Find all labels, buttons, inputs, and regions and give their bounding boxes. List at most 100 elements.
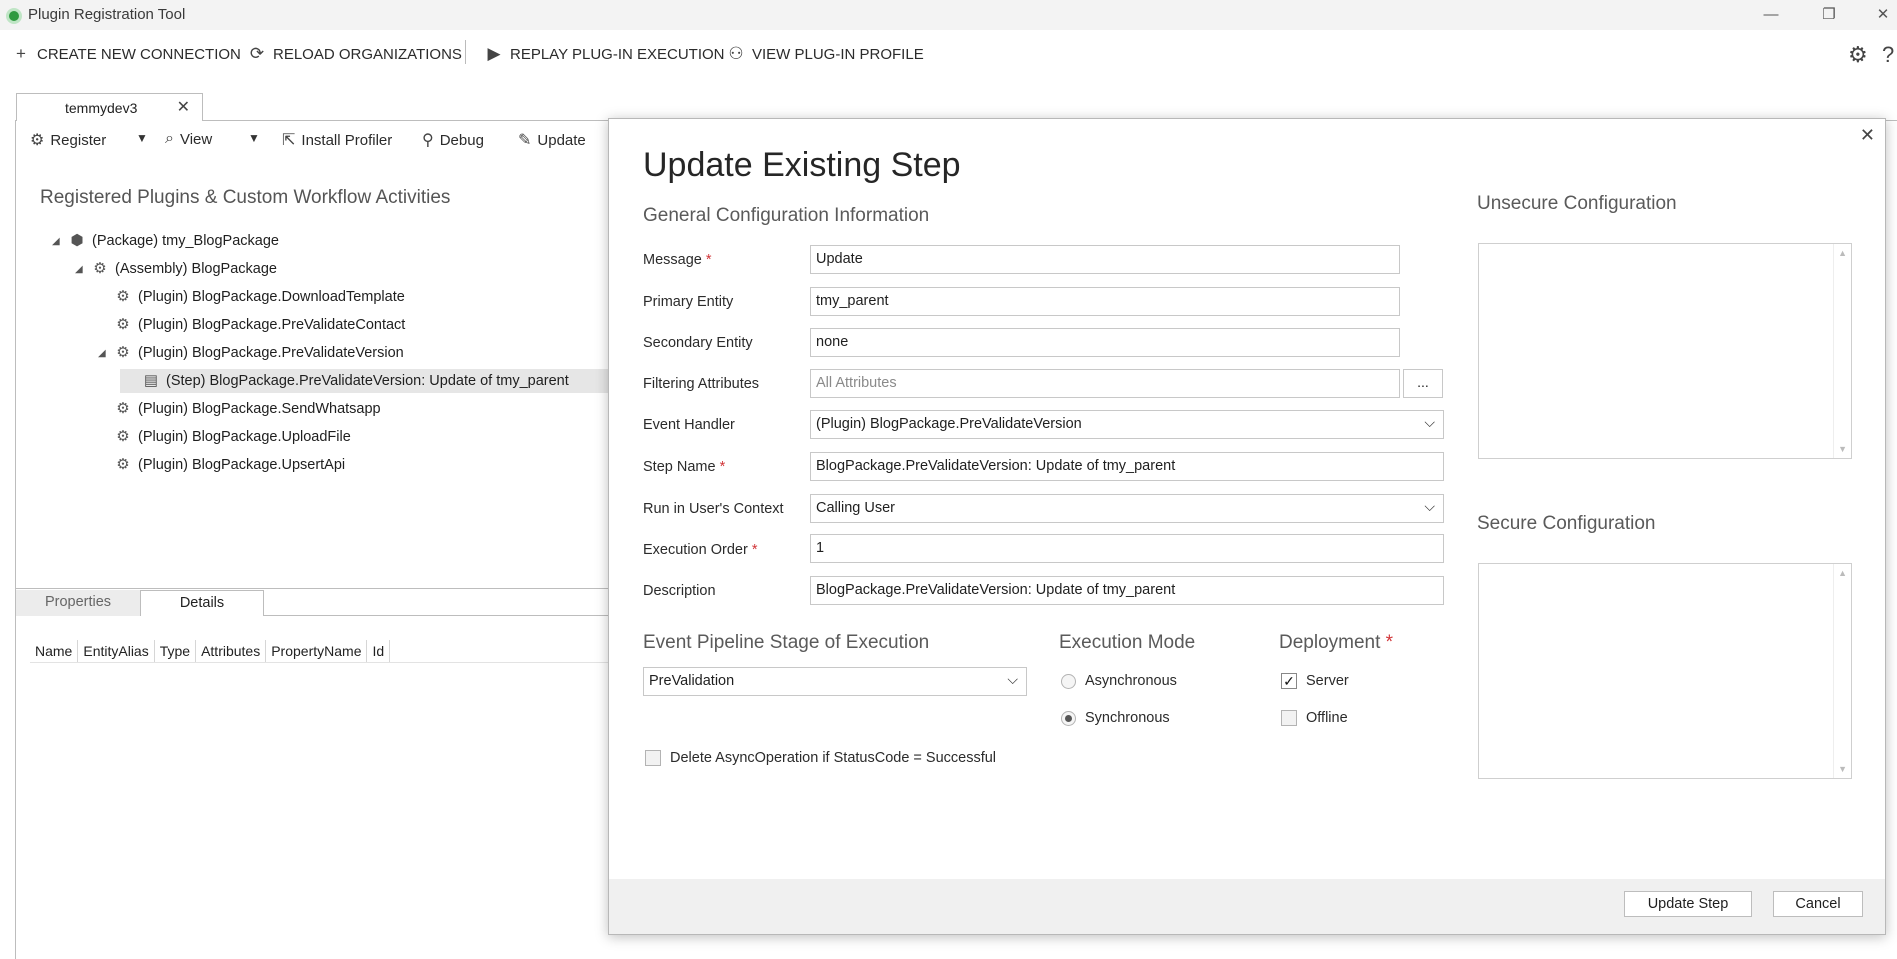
column-header[interactable]: PropertyName [266,640,368,662]
description-label: Description [643,583,716,599]
description-field[interactable]: BlogPackage.PreValidateVersion: Update o… [810,576,1444,605]
replay-plugin-execution-button[interactable]: ▶ REPLAY PLUG-IN EXECUTION [485,44,724,64]
general-config-heading: General Configuration Information [643,205,930,226]
plugin-icon: ⚙ [116,456,130,473]
update-step-button[interactable]: Update Step [1624,891,1752,917]
debug-button[interactable]: ⚲ Debug [422,130,484,150]
register-dropdown-arrow-icon[interactable]: ▼ [136,131,148,145]
update-label: Update [537,131,586,149]
pipeline-stage-select[interactable]: PreValidation ⌵ [643,667,1027,696]
tab-temmydev3[interactable]: temmydev3 ✕ [16,93,203,121]
column-header[interactable]: EntityAlias [78,640,155,662]
scroll-down-icon[interactable]: ▼ [1838,764,1847,774]
required-marker: * [719,459,726,475]
plugin-icon: ⚙ [116,344,130,361]
run-context-select[interactable]: Calling User ⌵ [810,494,1444,523]
splitter[interactable] [15,588,615,589]
synchronous-label: Synchronous [1085,710,1170,726]
radio-indicator [1061,710,1076,726]
tree-item-plugin-downloadtemplate[interactable]: ⚙ (Plugin) BlogPackage.DownloadTemplate [98,285,405,309]
checkbox-indicator [645,750,661,766]
scroll-down-icon[interactable]: ▼ [1838,444,1847,454]
scrollbar[interactable]: ▲ ▼ [1833,564,1851,778]
execution-mode-heading: Execution Mode [1059,632,1196,653]
delete-async-checkbox[interactable]: Delete AsyncOperation if StatusCode = Su… [645,750,996,766]
unsecure-config-textarea[interactable]: ▲ ▼ [1478,243,1852,459]
install-profiler-icon: ⇱ [282,132,296,149]
title-bar: Plugin Registration Tool — ❐ ✕ [0,0,1897,30]
asynchronous-radio[interactable]: Asynchronous [1061,673,1177,689]
offline-checkbox[interactable]: Offline [1281,710,1348,726]
event-handler-select[interactable]: (Plugin) BlogPackage.PreValidateVersion … [810,410,1444,439]
tree-item-assembly[interactable]: ◢ ⚙ (Assembly) BlogPackage [75,257,277,281]
server-label: Server [1306,673,1349,689]
update-icon: ✎ [518,132,532,149]
tree-item-label: (Step) BlogPackage.PreValidateVersion: U… [166,373,569,389]
create-new-connection-button[interactable]: + CREATE NEW CONNECTION [12,44,241,64]
message-field[interactable]: Update [810,245,1400,274]
tree-item-step-selected[interactable]: ▤ (Step) BlogPackage.PreValidateVersion:… [120,369,610,393]
help-icon[interactable]: ? [1882,42,1894,68]
primary-entity-field[interactable]: tmy_parent [810,287,1400,316]
step-name-field[interactable]: BlogPackage.PreValidateVersion: Update o… [810,452,1444,481]
reload-organizations-button[interactable]: ⟳ RELOAD ORGANIZATIONS [248,44,462,64]
view-dropdown-arrow-icon[interactable]: ▼ [248,131,260,145]
close-tab-icon[interactable]: ✕ [177,97,190,117]
tree-item-plugin-upsertapi[interactable]: ⚙ (Plugin) BlogPackage.UpsertApi [98,453,345,477]
dialog-title: Update Existing Step [643,146,961,184]
plugin-icon: ⚙ [116,288,130,305]
tree-item-plugin-uploadfile[interactable]: ⚙ (Plugin) BlogPackage.UploadFile [98,425,351,449]
view-plugin-profile-button[interactable]: ⚇ VIEW PLUG-IN PROFILE [727,44,923,64]
column-header[interactable]: Attributes [196,640,267,662]
scroll-up-icon[interactable]: ▲ [1838,248,1847,258]
execution-order-field[interactable]: 1 [810,534,1444,563]
pipeline-stage-heading: Event Pipeline Stage of Execution [643,632,930,653]
tree-item-label: (Assembly) BlogPackage [115,261,277,277]
scroll-up-icon[interactable]: ▲ [1838,568,1847,578]
secondary-entity-field[interactable]: none [810,328,1400,357]
filtering-attributes-browse-button[interactable]: ... [1403,369,1443,398]
tab-details[interactable]: Details [140,590,264,616]
tree-item-plugin-prevalidateversion[interactable]: ◢ ⚙ (Plugin) BlogPackage.PreValidateVers… [98,341,404,365]
view-label: View [179,130,213,148]
tree-item-label: (Plugin) BlogPackage.PreValidateVersion [138,345,404,361]
chevron-down-icon: ⌵ [1424,498,1435,514]
offline-label: Offline [1306,710,1348,726]
collapse-icon[interactable]: ◢ [98,348,108,359]
tree-item-label: (Plugin) BlogPackage.SendWhatsapp [138,401,381,417]
dialog-close-icon[interactable]: ✕ [1860,125,1875,146]
step-name-label: Step Name * [643,459,726,475]
column-header[interactable]: Name [30,640,79,662]
register-button[interactable]: ⚙ Register [30,130,106,150]
radio-indicator [1061,673,1076,689]
filtering-attributes-field[interactable]: All Attributes [810,369,1400,398]
settings-icon[interactable]: ⚙ [1848,42,1868,68]
app-logo-icon [6,8,22,24]
server-checkbox[interactable]: ✓ Server [1281,673,1349,689]
debug-label: Debug [439,131,484,149]
cancel-button[interactable]: Cancel [1773,891,1863,917]
secure-config-textarea[interactable]: ▲ ▼ [1478,563,1852,779]
tree-item-plugin-sendwhatsapp[interactable]: ⚙ (Plugin) BlogPackage.SendWhatsapp [98,397,381,421]
tree-item-label: (Plugin) BlogPackage.UpsertApi [138,457,346,473]
close-window-button[interactable]: ✕ [1866,4,1897,26]
run-context-value: Calling User [816,500,895,516]
grid-divider [30,662,615,663]
column-header[interactable]: Type [155,640,197,662]
column-header[interactable]: Id [367,640,391,662]
tab-properties[interactable]: Properties [16,590,140,616]
minimize-button[interactable]: — [1754,4,1788,26]
install-profiler-label: Install Profiler [301,131,393,149]
reload-icon: ⟳ [249,44,265,63]
restore-button[interactable]: ❐ [1812,4,1846,26]
collapse-icon[interactable]: ◢ [75,264,85,275]
view-button[interactable]: ⌕ View [165,130,212,148]
tree-item-plugin-prevalidatecontact[interactable]: ⚙ (Plugin) BlogPackage.PreValidateContac… [98,313,405,337]
tree-item-package[interactable]: ◢ ⬢ (Package) tmy_BlogPackage [52,229,279,253]
command-separator [465,40,466,64]
synchronous-radio[interactable]: Synchronous [1061,710,1170,726]
collapse-icon[interactable]: ◢ [52,236,62,247]
install-profiler-button[interactable]: ⇱ Install Profiler [282,130,392,150]
scrollbar[interactable]: ▲ ▼ [1833,244,1851,458]
update-button[interactable]: ✎ Update [518,130,586,150]
